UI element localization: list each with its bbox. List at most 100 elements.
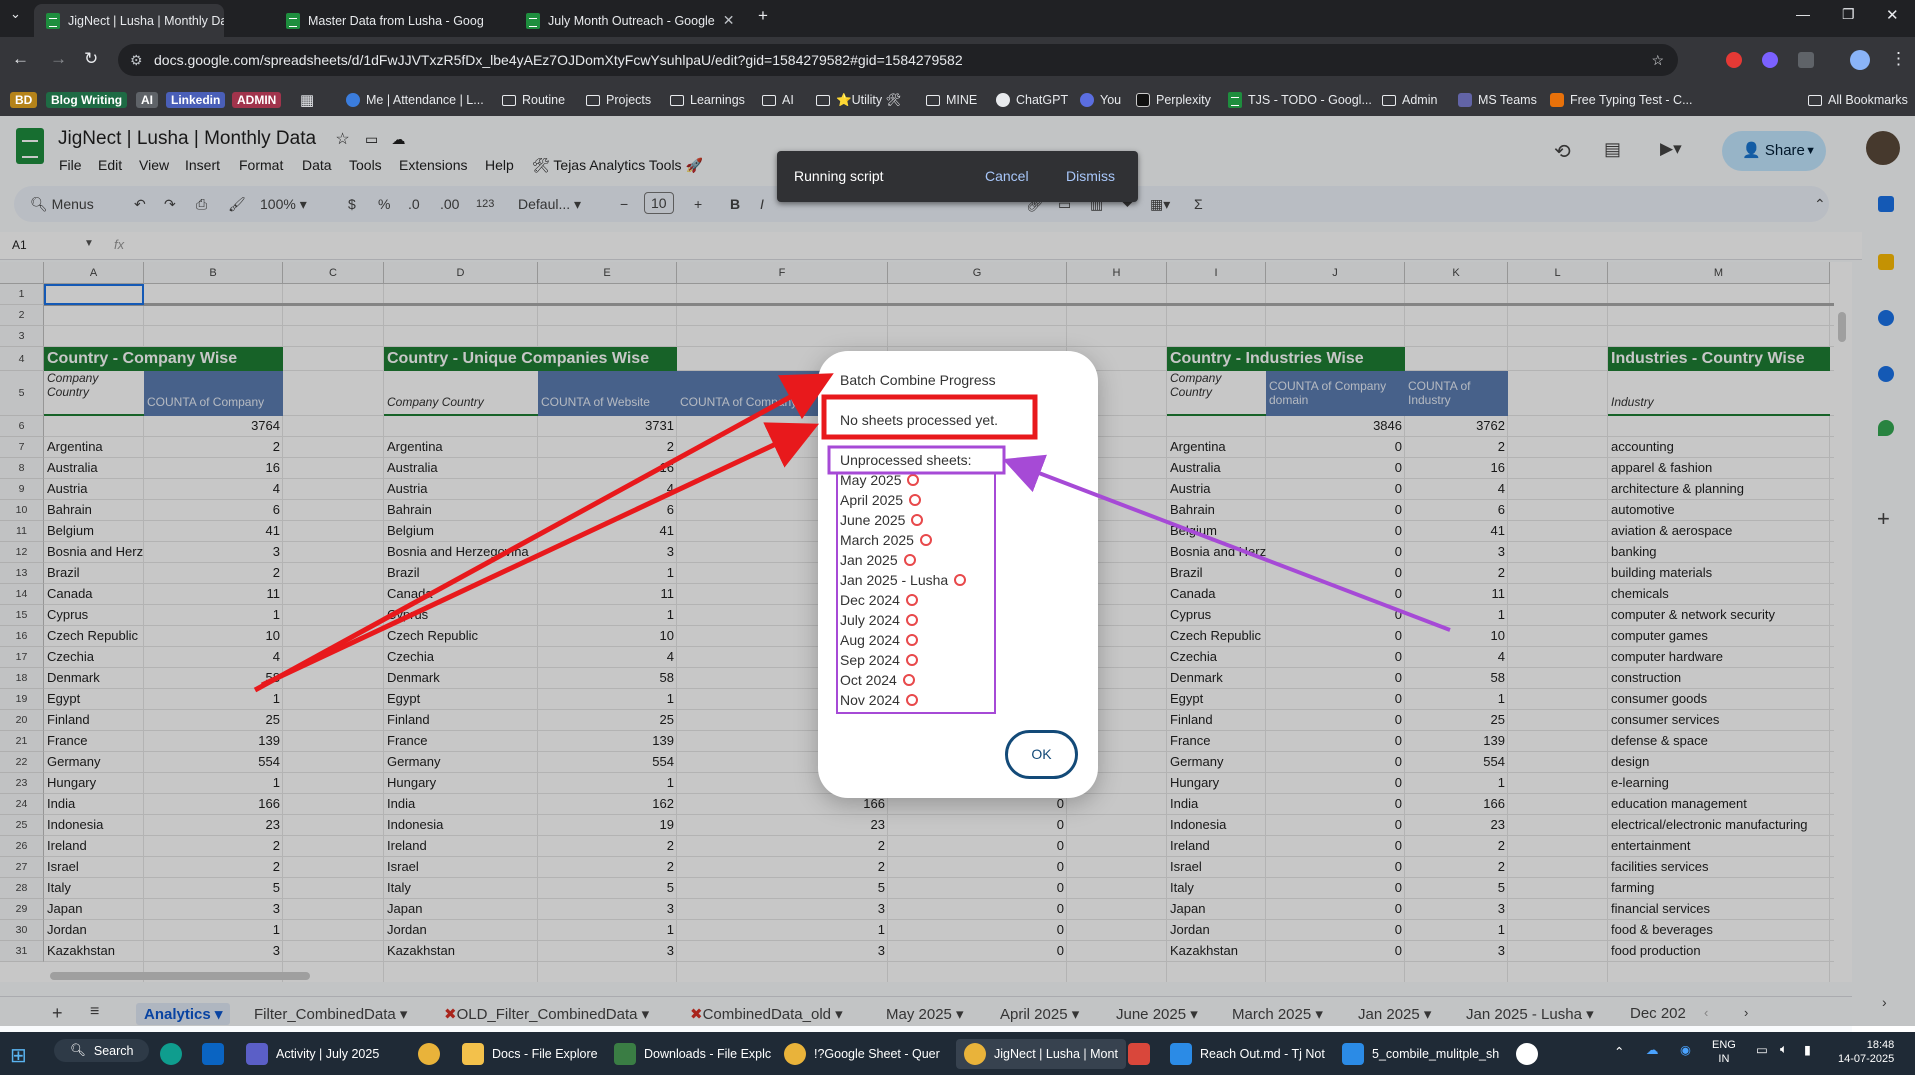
language-indicator[interactable]: ENG IN [1712, 1038, 1736, 1066]
bookmark-label: Projects [606, 93, 652, 107]
apps-grid-icon[interactable]: ▦ [300, 89, 314, 111]
volume-icon[interactable]: 🔈︎ [1780, 1042, 1788, 1057]
bookmark-mine[interactable]: MINE [926, 89, 977, 111]
onedrive-icon[interactable]: ☁ [1646, 1042, 1659, 1057]
extension-purple-icon[interactable] [1762, 52, 1778, 68]
unprocessed-sheet-item: May 2025 [840, 472, 920, 488]
taskbar-app-combine-script[interactable]: 5_combile_mulitple_sh [1342, 1043, 1499, 1065]
restore-icon[interactable]: ❐ [1842, 6, 1855, 23]
taskbar-search[interactable]: 🔍︎ Search [54, 1039, 150, 1062]
sheet-name: Dec 2024 [840, 592, 900, 608]
perplexity-icon [1136, 93, 1150, 107]
bookmark-you[interactable]: You [1080, 89, 1121, 111]
sheet-name: March 2025 [840, 532, 914, 548]
window-close-icon[interactable]: ✕ [1886, 6, 1899, 24]
bookmark-learnings[interactable]: Learnings [670, 89, 745, 111]
folder-icon [816, 94, 830, 106]
extensions-puzzle-icon[interactable] [1798, 52, 1814, 68]
close-icon[interactable]: ✕ [723, 12, 735, 29]
cancel-button[interactable]: Cancel [985, 168, 1029, 184]
bookmark-label: Linkedin [166, 92, 226, 108]
bookmark-projects[interactable]: Projects [586, 89, 651, 111]
tab-3[interactable]: July Month Outreach - Google ✕ [514, 4, 744, 37]
bookmark-ai[interactable]: AI [136, 89, 158, 111]
taskbar-app-activity[interactable]: Activity | July 2025 [246, 1043, 379, 1065]
sheets-favicon-icon [46, 12, 60, 29]
pending-circle-icon [919, 534, 932, 546]
bookmark-blog-writing[interactable]: Blog Writing [46, 89, 128, 111]
minimize-icon[interactable]: — [1796, 6, 1810, 22]
bookmark-label: ChatGPT [1016, 93, 1069, 107]
bookmark-ms-teams[interactable]: MS Teams [1458, 89, 1537, 111]
taskbar-app-label: Activity | July 2025 [276, 1047, 380, 1061]
profile-avatar[interactable] [1850, 50, 1870, 70]
bookmark-bd[interactable]: BD [10, 89, 38, 111]
file-explorer-icon [462, 1043, 484, 1065]
taskbar-app-red-icon[interactable] [1128, 1043, 1150, 1065]
taskbar-app-label: 5_combile_mulitple_sh [1372, 1047, 1500, 1061]
pending-circle-icon [905, 634, 918, 646]
bookmark-tjs-todo[interactable]: TJS - TODO - Googl... [1228, 89, 1372, 111]
github-icon[interactable] [1516, 1043, 1538, 1065]
url-field[interactable]: ⚙ docs.google.com/spreadsheets/d/1dFwJJV… [118, 44, 1678, 76]
tab-search-icon[interactable]: ⌄ [10, 6, 21, 22]
running-script-toast: Running script Cancel Dismiss [777, 151, 1138, 202]
sheet-name: April 2025 [840, 492, 904, 508]
url-text: docs.google.com/spreadsheets/d/1dFwJJVTx… [154, 52, 963, 68]
tray-app-icon[interactable]: ◉ [1680, 1042, 1691, 1057]
tab-1[interactable]: JigNect | Lusha | Monthly Data ✕ [34, 4, 224, 37]
dismiss-button[interactable]: Dismiss [1066, 168, 1115, 184]
taskbar-app-google-sheet-query[interactable]: !?Google Sheet - Quer [784, 1043, 940, 1065]
folder-icon [1808, 94, 1822, 106]
battery-icon[interactable]: ▮ [1804, 1042, 1811, 1057]
sheet-name: Nov 2024 [840, 692, 900, 708]
folder-icon [502, 94, 516, 106]
folder-icon [762, 94, 776, 106]
sheet-name: Jan 2025 [840, 552, 898, 568]
ok-button[interactable]: OK [1005, 730, 1078, 779]
reload-icon[interactable]: ↻ [84, 49, 98, 69]
edge-icon[interactable] [160, 1043, 182, 1065]
browser-menu-icon[interactable]: ⋮ [1890, 49, 1907, 69]
folder-icon [926, 94, 940, 106]
new-tab-icon[interactable]: + [758, 6, 768, 26]
network-icon[interactable]: ▭ [1756, 1042, 1768, 1057]
chrome-icon[interactable] [418, 1043, 440, 1065]
outlook-icon[interactable] [202, 1043, 224, 1065]
bookmark-linkedin[interactable]: Linkedin [166, 89, 226, 111]
all-bookmarks[interactable]: All Bookmarks [1808, 89, 1908, 111]
bookmark-label: AI [136, 92, 158, 108]
bookmark-label: BD [10, 92, 38, 108]
pending-circle-icon [903, 554, 916, 566]
bookmark-utility[interactable]: ⭐Utility 🛠 [816, 89, 901, 111]
bookmark-label: Admin [1402, 93, 1438, 107]
unprocessed-label: Unprocessed sheets: [840, 452, 972, 468]
bookmark-label: TJS - TODO - Googl... [1248, 93, 1372, 107]
bookmark-admin[interactable]: ADMIN [232, 89, 282, 111]
site-info-icon[interactable]: ⚙ [130, 44, 143, 76]
taskbar-app-reach-out[interactable]: Reach Out.md - Tj Not [1170, 1043, 1325, 1065]
bookmark-label: MS Teams [1478, 93, 1537, 107]
extension-red-icon[interactable] [1726, 52, 1742, 68]
bookmark-admin-folder[interactable]: Admin [1382, 89, 1437, 111]
taskbar-app-jignect-active[interactable]: JigNect | Lusha | Mont [956, 1039, 1126, 1069]
bookmark-perplexity[interactable]: Perplexity [1136, 89, 1211, 111]
bookmark-chatgpt[interactable]: ChatGPT [996, 89, 1068, 111]
taskbar-app-downloads[interactable]: Downloads - File Explc [614, 1043, 771, 1065]
pending-circle-icon [905, 594, 918, 606]
back-icon[interactable]: ← [12, 49, 29, 69]
forward-icon[interactable]: → [50, 49, 67, 69]
tab-2[interactable]: Master Data from Lusha - Goog ✕ [274, 4, 484, 37]
clock[interactable]: 18:48 14-07-2025 [1838, 1038, 1894, 1066]
tray-chevron-icon[interactable]: ⌃ [1614, 1044, 1624, 1059]
bookmark-star-icon[interactable]: ☆ [1651, 44, 1664, 76]
pending-circle-icon [905, 654, 918, 666]
taskbar-app-docs-explorer[interactable]: Docs - File Explore [462, 1043, 598, 1065]
windows-start-icon[interactable]: ⊞ [10, 1043, 27, 1068]
bookmark-attendance[interactable]: Me | Attendance | L... [346, 89, 484, 111]
bookmark-ai-folder[interactable]: AI [762, 89, 794, 111]
bookmark-routine[interactable]: Routine [502, 89, 565, 111]
taskbar-app-label: Reach Out.md - Tj Not [1200, 1047, 1325, 1061]
bookmark-typing-test[interactable]: Free Typing Test - C... [1550, 89, 1693, 111]
dialog-status: No sheets processed yet. [840, 412, 998, 428]
